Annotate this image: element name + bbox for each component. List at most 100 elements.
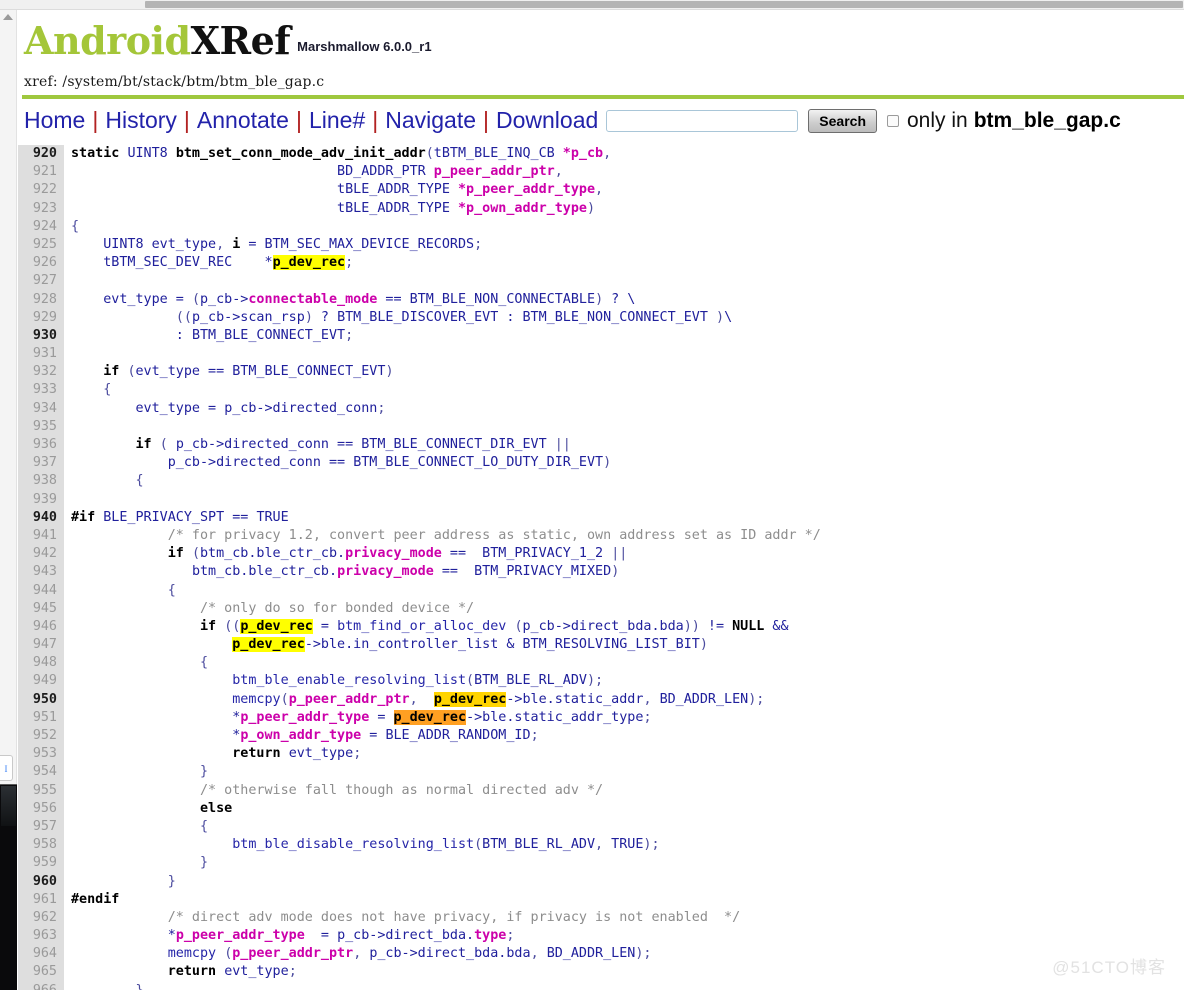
line-number[interactable]: 932 <box>18 363 64 382</box>
line-number[interactable]: 923 <box>18 199 64 218</box>
line-number[interactable]: 951 <box>18 708 64 728</box>
line-number[interactable]: 955 <box>18 781 64 800</box>
line-number[interactable]: 922 <box>18 181 64 200</box>
code-text: memcpy(p_peer_addr_ptr, p_dev_rec->ble.s… <box>232 691 765 707</box>
line-number[interactable]: 931 <box>18 345 64 364</box>
code-text: return evt_type; <box>232 746 362 762</box>
code-text: btm_ble_disable_resolving_list(BTM_BLE_R… <box>232 837 660 853</box>
line-number[interactable]: 941 <box>18 526 64 546</box>
code-text: p_dev_rec->ble.in_controller_list & BTM_… <box>232 637 708 653</box>
nav-link-history[interactable]: History <box>105 107 177 134</box>
code-line: 931 <box>18 345 1184 364</box>
line-number[interactable]: 945 <box>18 599 64 618</box>
nav-link-annotate[interactable]: Annotate <box>197 107 289 134</box>
nav-separator-4: | <box>372 107 379 133</box>
code-text: btm_cb.ble_ctr_cb.privacy_mode == BTM_PR… <box>191 564 620 580</box>
code-line: 922 tBLE_ADDR_TYPE *p_peer_addr_type, <box>18 181 1184 200</box>
code-line: 945 /* only do so for bonded device */ <box>18 599 1184 618</box>
line-number[interactable]: 956 <box>18 799 64 818</box>
code-line: 923 tBLE_ADDR_TYPE *p_own_addr_type) <box>18 199 1184 218</box>
line-number[interactable]: 963 <box>18 927 64 946</box>
code-text: BD_ADDR_PTR p_peer_addr_ptr, <box>337 164 563 180</box>
code-text: /* for privacy 1.2, convert peer address… <box>167 527 821 543</box>
line-number[interactable]: 936 <box>18 436 64 455</box>
line-number[interactable]: 950 <box>18 690 64 709</box>
nav-link-navigate[interactable]: Navigate <box>385 107 476 134</box>
line-number[interactable]: 935 <box>18 417 64 437</box>
code-line: 937 p_cb->directed_conn == BTM_BLE_CONNE… <box>18 454 1184 473</box>
search-input[interactable] <box>606 109 799 132</box>
code-text: { <box>135 473 144 489</box>
code-text: evt_type = p_cb->directed_conn; <box>135 400 386 416</box>
line-number[interactable]: 949 <box>18 672 64 691</box>
watermark: @51CTO博客 <box>1052 958 1166 977</box>
code-text: /* direct adv mode does not have privacy… <box>167 909 741 925</box>
line-number[interactable]: 953 <box>18 745 64 764</box>
line-number[interactable]: 957 <box>18 817 64 837</box>
line-number[interactable]: 947 <box>18 636 64 655</box>
code-line: 942 if (btm_cb.ble_ctr_cb.privacy_mode =… <box>18 545 1184 564</box>
line-number[interactable]: 927 <box>18 272 64 291</box>
line-number[interactable]: 938 <box>18 472 64 491</box>
line-number[interactable]: 924 <box>18 217 64 236</box>
line-number[interactable]: 929 <box>18 308 64 327</box>
code-line: 930 : BTM_BLE_CONNECT_EVT; <box>18 326 1184 346</box>
line-number[interactable]: 959 <box>18 854 64 873</box>
code-line: 924 { <box>18 217 1184 236</box>
line-number[interactable]: 960 <box>18 872 64 891</box>
scroll-up-arrow-icon[interactable] <box>3 14 13 20</box>
line-number[interactable]: 940 <box>18 508 64 527</box>
line-number[interactable]: 926 <box>18 254 64 273</box>
only-in-file-checkbox[interactable] <box>887 114 899 127</box>
side-tab-handle[interactable]: I <box>0 755 13 781</box>
search-button[interactable]: Search <box>808 108 877 133</box>
nav-link-linenum[interactable]: Line# <box>309 107 365 134</box>
code-line: 948 { <box>18 654 1184 673</box>
horizontal-scrollbar[interactable] <box>0 0 1184 10</box>
line-number[interactable]: 933 <box>18 381 64 400</box>
code-line: 921 BD_ADDR_PTR p_peer_addr_ptr, <box>18 163 1184 182</box>
code-text: } <box>200 855 209 871</box>
line-number[interactable]: 928 <box>18 290 64 309</box>
line-number[interactable]: 944 <box>18 581 64 600</box>
page-root: I AndroidXRef Marshmallow 6.0.0_r1 xref: … <box>0 0 1184 990</box>
nav-link-home[interactable]: Home <box>24 107 85 134</box>
line-number[interactable]: 958 <box>18 836 64 855</box>
code-text: tBLE_ADDR_TYPE *p_peer_addr_type, <box>337 182 604 198</box>
line-number[interactable]: 966 <box>18 981 64 990</box>
line-number[interactable]: 942 <box>18 545 64 564</box>
breadcrumb-xref-path[interactable]: xref: /system/bt/stack/btm/btm_ble_gap.c <box>18 60 1184 95</box>
site-logo[interactable]: AndroidXRef Marshmallow 6.0.0_r1 <box>24 22 1184 60</box>
line-number[interactable]: 943 <box>18 563 64 582</box>
nav-link-download[interactable]: Download <box>496 107 598 134</box>
code-line: 962 /* direct adv mode does not have pri… <box>18 908 1184 928</box>
code-text: *p_own_addr_type = BLE_ADDR_RANDOM_ID; <box>71 728 539 743</box>
code-line: 966 } <box>18 981 1184 990</box>
line-number[interactable]: 937 <box>18 454 64 473</box>
code-text: p_cb->directed_conn == BTM_BLE_CONNECT_L… <box>167 455 612 471</box>
line-number[interactable]: 962 <box>18 908 64 928</box>
line-number[interactable]: 920 <box>18 145 64 164</box>
code-text: { <box>200 655 209 671</box>
line-number[interactable]: 961 <box>18 890 64 909</box>
line-number[interactable]: 930 <box>18 326 64 346</box>
line-number[interactable]: 939 <box>18 490 64 509</box>
line-number[interactable]: 934 <box>18 399 64 418</box>
line-number[interactable]: 948 <box>18 654 64 673</box>
code-line: 955 /* otherwise fall though as normal d… <box>18 781 1184 800</box>
code-line: 928 evt_type = (p_cb->connectable_mode =… <box>18 290 1184 309</box>
line-number[interactable]: 965 <box>18 963 64 982</box>
line-number[interactable]: 954 <box>18 763 64 782</box>
line-number[interactable]: 964 <box>18 945 64 964</box>
code-line: 940 #if BLE_PRIVACY_SPT == TRUE <box>18 508 1184 527</box>
code-line: 949 btm_ble_enable_resolving_list(BTM_BL… <box>18 672 1184 691</box>
line-number[interactable]: 946 <box>18 617 64 637</box>
code-line: 946 if ((p_dev_rec = btm_find_or_alloc_d… <box>18 617 1184 637</box>
line-number[interactable]: 925 <box>18 235 64 255</box>
code-line: 953 return evt_type; <box>18 745 1184 764</box>
horizontal-scrollbar-thumb[interactable] <box>145 1 1183 8</box>
line-number[interactable]: 921 <box>18 163 64 182</box>
line-number[interactable]: 952 <box>18 727 64 746</box>
code-text: } <box>200 764 209 780</box>
code-line: 939 <box>18 490 1184 509</box>
